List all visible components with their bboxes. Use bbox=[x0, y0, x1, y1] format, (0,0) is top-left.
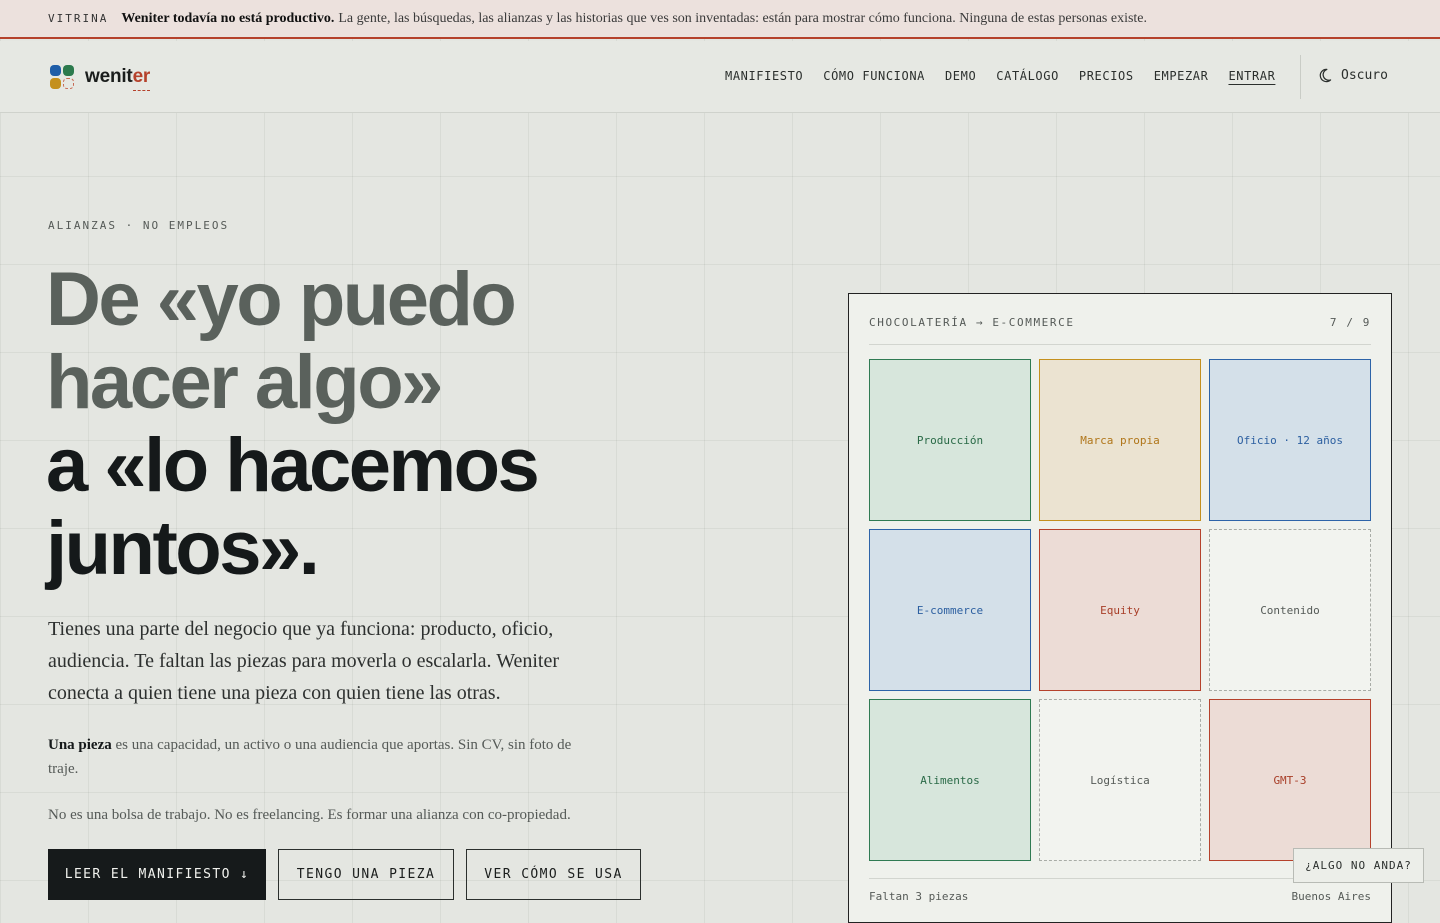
nav-empezar[interactable]: EMPEZAR bbox=[1154, 69, 1209, 83]
hero-lead: Tienes una parte del negocio que ya func… bbox=[48, 618, 559, 704]
main-nav: MANIFIESTO CÓMO FUNCIONA DEMO CATÁLOGO P… bbox=[725, 69, 1275, 83]
logo-wordmark: weniter bbox=[85, 66, 151, 87]
site-header: weniter MANIFIESTO CÓMO FUNCIONA DEMO CA… bbox=[0, 41, 1440, 113]
see-how-button[interactable]: VER CÓMO SE USA bbox=[466, 849, 641, 900]
piece-cell[interactable]: Alimentos bbox=[869, 699, 1031, 861]
report-problem-button[interactable]: ¿ALGO NO ANDA? bbox=[1293, 848, 1424, 883]
missing-pieces-label: Faltan 3 piezas bbox=[869, 890, 969, 903]
piece-definition-term: Una pieza bbox=[48, 737, 112, 753]
not-statement: No es una bolsa de trabajo. No es freela… bbox=[48, 807, 571, 823]
logo[interactable]: weniter bbox=[50, 65, 150, 89]
banner-tag: VITRINA bbox=[48, 12, 109, 25]
theme-toggle-label: Oscuro bbox=[1341, 68, 1388, 83]
nav-precios[interactable]: PRECIOS bbox=[1079, 69, 1134, 83]
theme-toggle[interactable]: Oscuro bbox=[1317, 68, 1388, 83]
moon-icon bbox=[1319, 68, 1332, 83]
nav-como-funciona[interactable]: CÓMO FUNCIONA bbox=[823, 69, 925, 83]
piece-cell[interactable]: Logística bbox=[1039, 699, 1201, 861]
location-label: Buenos Aires bbox=[1291, 890, 1371, 903]
nav-demo[interactable]: DEMO bbox=[945, 69, 976, 83]
piece-cell[interactable]: E-commerce bbox=[869, 529, 1031, 691]
hero-title-line: De «yo puedo bbox=[46, 257, 517, 342]
logo-wordmark-accent: er bbox=[132, 66, 151, 87]
piece-cell[interactable]: Equity bbox=[1039, 529, 1201, 691]
read-manifesto-button[interactable]: LEER EL MANIFIESTO ↓ bbox=[48, 849, 266, 900]
demo-banner: VITRINA Weniter todavía no está producti… bbox=[0, 0, 1440, 39]
hero-title-line: hacer algo» bbox=[46, 340, 443, 425]
hero-title-line: juntos». bbox=[46, 506, 320, 591]
piece-definition-text: es una capacidad, un activo o una audien… bbox=[48, 737, 572, 777]
piece-cell[interactable]: Oficio · 12 años bbox=[1209, 359, 1371, 521]
hero-title-line: a «lo hacemos bbox=[46, 423, 540, 508]
nav-manifiesto[interactable]: MANIFIESTO bbox=[725, 69, 803, 83]
piece-cell[interactable]: GMT-3 bbox=[1209, 699, 1371, 861]
piece-cell[interactable]: Marca propia bbox=[1039, 359, 1201, 521]
alliance-card: CHOCOLATERÍA → E-COMMERCE 7 / 9 Producci… bbox=[848, 293, 1392, 923]
hero-eyebrow: ALIANZAS · NO EMPLEOS bbox=[48, 219, 230, 232]
piece-grid: Producción Marca propia Oficio · 12 años E-… bbox=[869, 359, 1372, 862]
alliance-card-header: CHOCOLATERÍA → E-COMMERCE 7 / 9 bbox=[869, 316, 1371, 345]
piece-definition: Una pieza es una capacidad, un activo o … bbox=[48, 733, 598, 781]
hero-title: De «yo puedo hacer algo» a «lo hacemos j… bbox=[46, 257, 540, 591]
piece-cell[interactable]: Contenido bbox=[1209, 529, 1371, 691]
alliance-card-title: CHOCOLATERÍA → E-COMMERCE bbox=[869, 316, 1075, 329]
have-piece-button[interactable]: TENGO UNA PIEZA bbox=[278, 849, 454, 900]
piece-cell[interactable]: Producción bbox=[869, 359, 1031, 521]
banner-text: La gente, las búsquedas, las alianzas y … bbox=[338, 10, 1148, 26]
nav-entrar[interactable]: ENTRAR bbox=[1228, 69, 1275, 83]
alliance-card-count: 7 / 9 bbox=[1329, 316, 1371, 329]
nav-divider bbox=[1300, 55, 1301, 99]
logo-mark-icon bbox=[50, 65, 74, 89]
nav-catalogo[interactable]: CATÁLOGO bbox=[996, 69, 1059, 83]
banner-headline: Weniter todavía no está productivo. bbox=[121, 10, 335, 26]
